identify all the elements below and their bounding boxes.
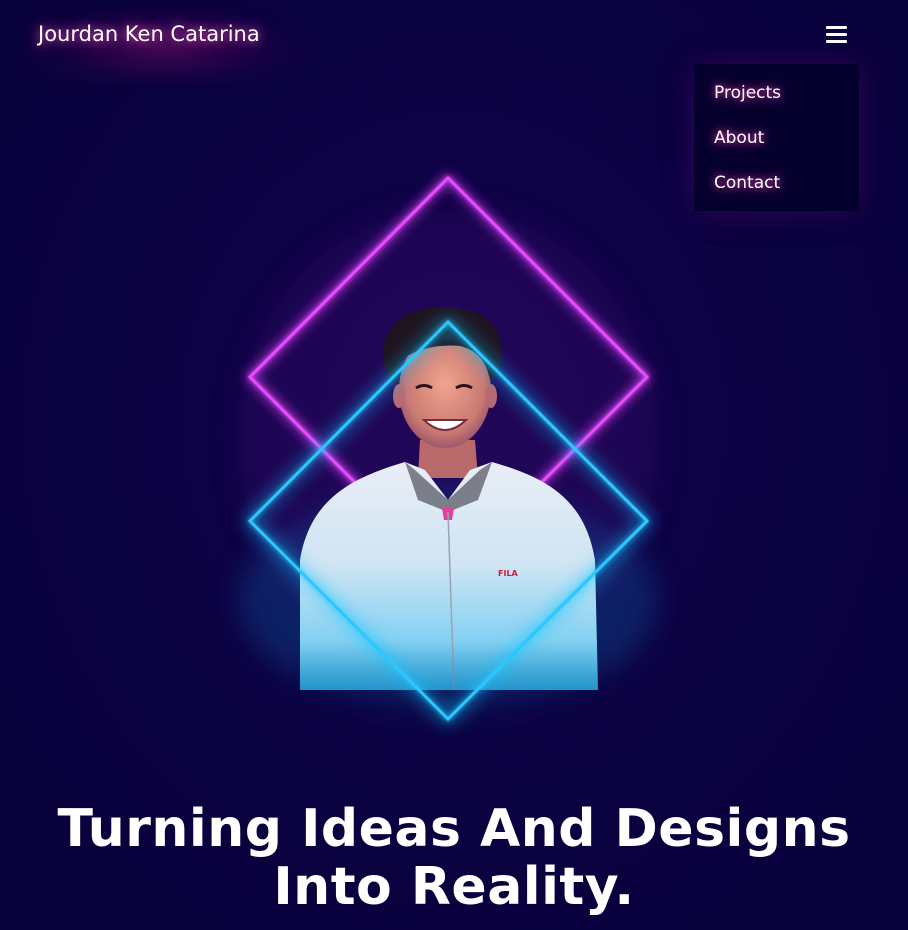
photo-fade: [290, 640, 610, 720]
headline-line-1: Turning Ideas And Designs: [57, 799, 851, 859]
headline-line-2: Into Reality.: [273, 857, 635, 917]
hero-headline: Turning Ideas And Designs Into Reality.: [0, 800, 908, 916]
ear-right: [485, 384, 497, 408]
page: Jourdan Ken Catarina FILA Projects About…: [0, 0, 908, 930]
nav-item-projects[interactable]: Projects: [714, 83, 781, 103]
ear-left: [393, 384, 405, 408]
nav-item-about[interactable]: About: [714, 128, 764, 148]
jacket-logo: FILA: [498, 569, 519, 578]
nav-dropdown: Projects About Contact: [694, 64, 859, 211]
nav-item-contact[interactable]: Contact: [714, 173, 780, 193]
